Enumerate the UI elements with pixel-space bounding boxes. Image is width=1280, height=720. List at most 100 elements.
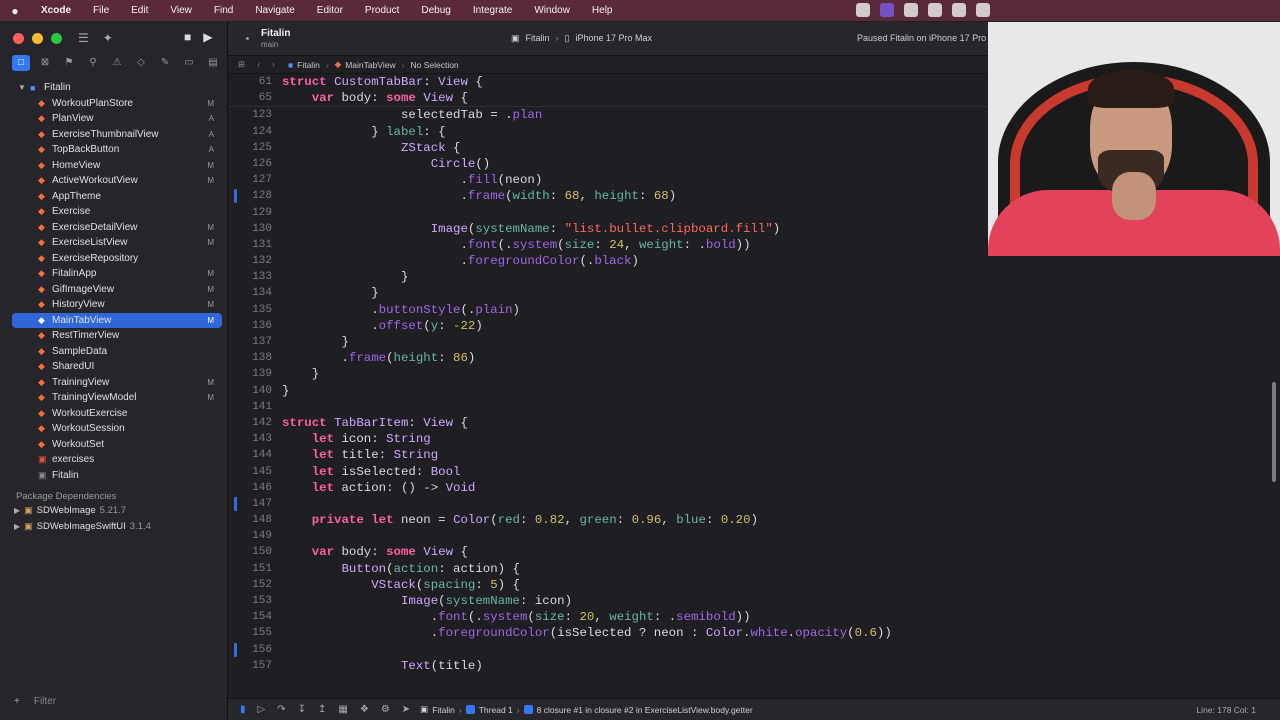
file-item[interactable]: ◆ GifImageView M bbox=[0, 282, 228, 298]
debug-frame[interactable]: 8 closure #1 in closure #2 in ExerciseLi… bbox=[537, 705, 753, 715]
code-line[interactable]: 138 .frame(height: 86) bbox=[228, 350, 1280, 366]
menu-product[interactable]: Product bbox=[354, 5, 410, 16]
package-item[interactable]: ▶ ▣ SDWebImage 5.21.7 bbox=[14, 505, 126, 516]
location-icon[interactable]: ➤ bbox=[402, 704, 410, 715]
apple-menu-icon[interactable]: ● bbox=[0, 4, 30, 18]
menu-file[interactable]: File bbox=[82, 5, 120, 16]
menu-find[interactable]: Find bbox=[203, 5, 244, 16]
file-item[interactable]: ◆ Exercise bbox=[0, 204, 228, 220]
code-line[interactable]: 155 .foregroundColor(isSelected ? neon :… bbox=[228, 625, 1280, 641]
breadcrumb-file[interactable]: MainTabView bbox=[345, 60, 395, 70]
file-item[interactable]: ◆ ExerciseListView M bbox=[0, 235, 228, 251]
continue-icon[interactable]: ▷ bbox=[258, 704, 266, 715]
code-line[interactable]: 133 } bbox=[228, 269, 1280, 285]
menu-window[interactable]: Window bbox=[523, 5, 581, 16]
minimize-window-button[interactable] bbox=[32, 33, 43, 44]
file-item[interactable]: ▣ exercises bbox=[0, 452, 228, 468]
source-control-tab-icon[interactable]: ⊠ bbox=[36, 55, 54, 71]
code-line[interactable]: 142 struct TabBarItem: View { bbox=[228, 415, 1280, 431]
menu-help[interactable]: Help bbox=[581, 5, 624, 16]
code-line[interactable]: 139 } bbox=[228, 366, 1280, 382]
debug-tab-icon[interactable]: ✎ bbox=[156, 55, 174, 71]
file-item[interactable]: ◆ WorkoutExercise bbox=[0, 406, 228, 422]
file-item[interactable]: ◆ FitalinApp M bbox=[0, 266, 228, 282]
debug-thread[interactable]: Thread 1 bbox=[479, 705, 513, 715]
file-item[interactable]: ◆ HomeView M bbox=[0, 158, 228, 174]
code-line[interactable]: 135 .buttonStyle(.plain) bbox=[228, 302, 1280, 318]
wifi-icon[interactable] bbox=[928, 3, 942, 17]
report-tab-icon[interactable]: ▤ bbox=[204, 55, 222, 71]
sparkle-icon[interactable]: ✦ bbox=[103, 31, 113, 45]
find-tab-icon[interactable]: ⚲ bbox=[84, 55, 102, 71]
pen-icon[interactable] bbox=[904, 3, 918, 17]
code-line[interactable]: 153 Image(systemName: icon) bbox=[228, 593, 1280, 609]
code-line[interactable]: 145 let isSelected: Bool bbox=[228, 464, 1280, 480]
code-line[interactable]: 152 VStack(spacing: 5) { bbox=[228, 577, 1280, 593]
run-destination[interactable]: ▣ Fitalin › ▯ iPhone 17 Pro Max bbox=[511, 33, 652, 44]
code-line[interactable]: 144 let title: String bbox=[228, 447, 1280, 463]
file-item[interactable]: ◆ ExerciseRepository bbox=[0, 251, 228, 267]
file-item[interactable]: ◆ MainTabView M bbox=[12, 312, 222, 328]
code-line[interactable]: 141 bbox=[228, 399, 1280, 415]
run-button[interactable]: ▶ bbox=[203, 30, 212, 44]
scheme-title[interactable]: Fitalin bbox=[261, 28, 290, 39]
screen-record-icon[interactable] bbox=[880, 3, 894, 17]
sidebar-toggle-icon[interactable]: ☰ bbox=[78, 31, 89, 45]
forward-icon[interactable]: › bbox=[272, 59, 275, 70]
step-over-icon[interactable]: ↷ bbox=[277, 704, 285, 715]
add-file-icon[interactable]: + bbox=[14, 696, 20, 707]
file-item[interactable]: ◆ ActiveWorkoutView M bbox=[0, 173, 228, 189]
menu-edit[interactable]: Edit bbox=[120, 5, 159, 16]
back-icon[interactable]: ‹ bbox=[257, 59, 260, 70]
breadcrumb-symbol[interactable]: No Selection bbox=[410, 60, 458, 70]
project-navigator-tab-icon[interactable]: □ bbox=[12, 55, 30, 71]
file-item[interactable]: ◆ SampleData bbox=[0, 344, 228, 360]
file-item[interactable]: ◆ AppTheme bbox=[0, 189, 228, 205]
code-line[interactable]: 146 let action: () -> Void bbox=[228, 480, 1280, 496]
menu-navigate[interactable]: Navigate bbox=[244, 5, 305, 16]
stop-button[interactable]: ■ bbox=[184, 30, 191, 44]
file-item[interactable]: ◆ TrainingView M bbox=[0, 375, 228, 391]
editor-scrollbar[interactable] bbox=[1272, 382, 1276, 482]
file-item[interactable]: ◆ PlanView A bbox=[0, 111, 228, 127]
breakpoint-tab-icon[interactable]: ▭ bbox=[180, 55, 198, 71]
related-items-icon[interactable]: ⊞ bbox=[238, 59, 245, 70]
code-line[interactable]: 154 .font(.system(size: 20, weight: .sem… bbox=[228, 609, 1280, 625]
tray-icon[interactable] bbox=[856, 3, 870, 17]
code-line[interactable]: 136 .offset(y: -22) bbox=[228, 318, 1280, 334]
code-line[interactable]: 151 Button(action: action) { bbox=[228, 561, 1280, 577]
environment-icon[interactable]: ⚙ bbox=[381, 704, 390, 715]
file-item[interactable]: ◆ HistoryView M bbox=[0, 297, 228, 313]
disclosure-closed-icon[interactable]: ▶ bbox=[14, 522, 20, 531]
menu-debug[interactable]: Debug bbox=[410, 5, 461, 16]
breakpoints-toggle-icon[interactable]: ▮ bbox=[240, 704, 246, 715]
code-line[interactable]: 140} bbox=[228, 383, 1280, 399]
code-line[interactable]: 147 bbox=[228, 496, 1280, 512]
menu-view[interactable]: View bbox=[159, 5, 203, 16]
menu-app[interactable]: Xcode bbox=[30, 5, 82, 16]
code-line[interactable]: 149 bbox=[228, 528, 1280, 544]
code-line[interactable]: 137 } bbox=[228, 334, 1280, 350]
menu-integrate[interactable]: Integrate bbox=[462, 5, 523, 16]
code-line[interactable]: 148 private let neon = Color(red: 0.82, … bbox=[228, 512, 1280, 528]
file-item[interactable]: ◆ TrainingViewModel M bbox=[0, 390, 228, 406]
project-root[interactable]: ▼ ■ Fitalin bbox=[0, 80, 228, 96]
filter-input[interactable]: Filter bbox=[34, 696, 56, 707]
file-item[interactable]: ◆ WorkoutSession bbox=[0, 421, 228, 437]
file-item[interactable]: ▣ Fitalin bbox=[0, 468, 228, 484]
debug-process[interactable]: Fitalin bbox=[432, 705, 455, 715]
code-line[interactable]: 143 let icon: String bbox=[228, 431, 1280, 447]
memory-graph-icon[interactable]: ❖ bbox=[360, 704, 369, 715]
file-item[interactable]: ◆ SharedUI bbox=[0, 359, 228, 375]
file-item[interactable]: ◆ WorkoutSet bbox=[0, 437, 228, 453]
disclosure-closed-icon[interactable]: ▶ bbox=[14, 506, 20, 515]
status-icon[interactable] bbox=[976, 3, 990, 17]
zoom-window-button[interactable] bbox=[51, 33, 62, 44]
breadcrumb-project[interactable]: Fitalin bbox=[297, 60, 320, 70]
view-debugger-icon[interactable]: ▦ bbox=[338, 704, 347, 715]
notion-icon[interactable] bbox=[952, 3, 966, 17]
close-window-button[interactable] bbox=[13, 33, 24, 44]
file-item[interactable]: ◆ WorkoutPlanStore M bbox=[0, 96, 228, 112]
file-item[interactable]: ◆ ExerciseThumbnailView A bbox=[0, 127, 228, 143]
issue-tab-icon[interactable]: ⚠ bbox=[108, 55, 126, 71]
